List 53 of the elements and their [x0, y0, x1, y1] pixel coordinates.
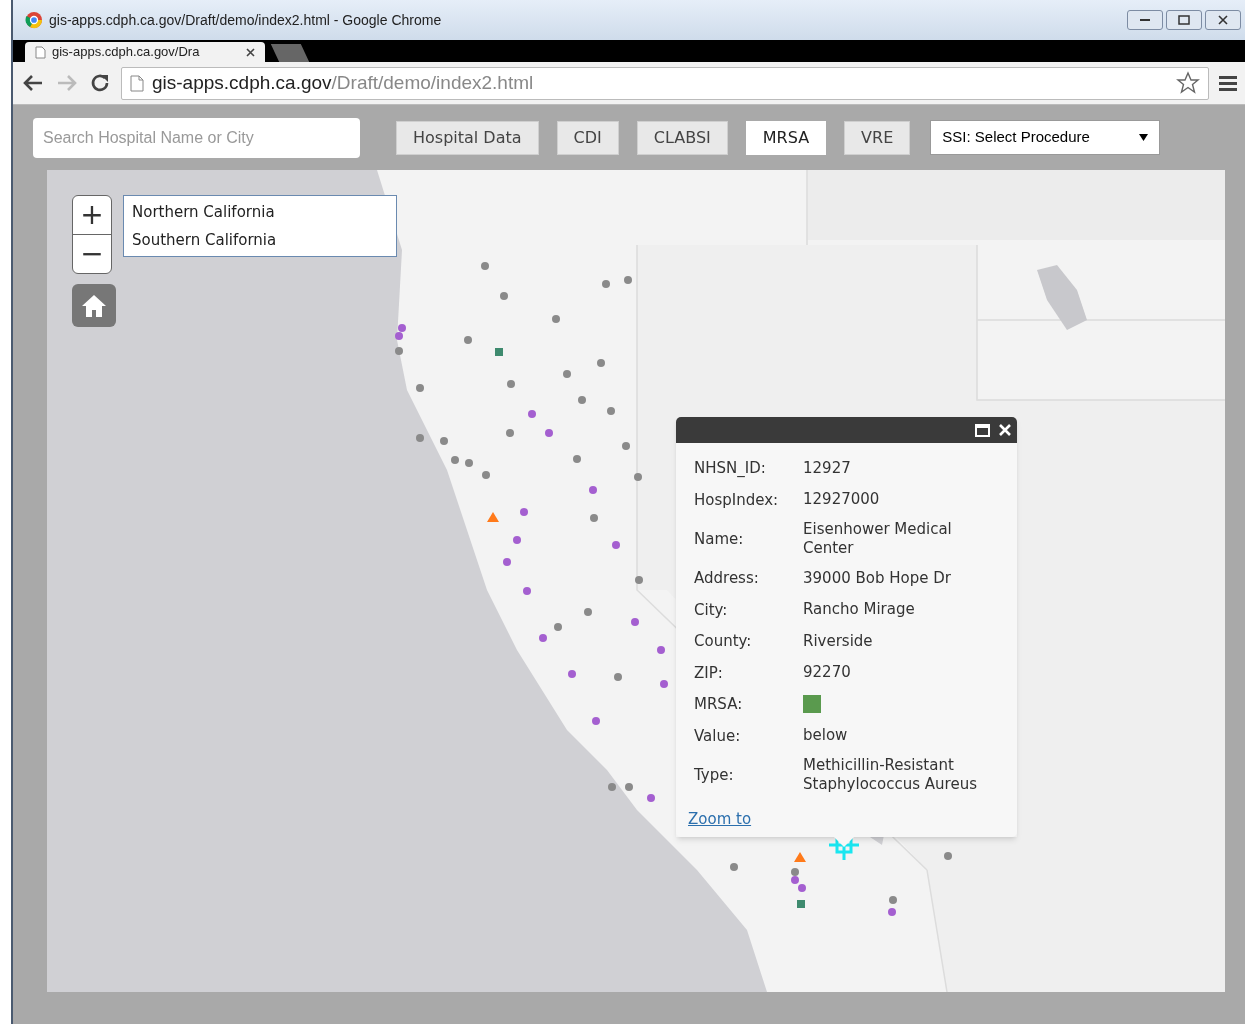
- field-label: County:: [694, 631, 753, 652]
- page-icon: [35, 45, 46, 59]
- field-value: 92270: [803, 663, 852, 683]
- layer-button[interactable]: CDI: [556, 120, 619, 155]
- layer-button[interactable]: CLABSI: [636, 120, 728, 155]
- restore-button[interactable]: [1166, 10, 1202, 30]
- browser-tab[interactable]: gis-apps.cdph.ca.gov/Dra: [25, 42, 265, 62]
- tab-close-icon[interactable]: [246, 47, 255, 57]
- layer-button[interactable]: VRE: [844, 120, 911, 155]
- back-icon[interactable]: [21, 73, 45, 93]
- minimize-icon: [1140, 18, 1150, 22]
- layer-button[interactable]: Hospital Data: [396, 120, 539, 155]
- page-icon: [130, 74, 144, 92]
- field-value: Methicillin-Resistant Staphylococcus Aureus: [803, 756, 978, 794]
- close-icon: [1218, 15, 1228, 25]
- region-link[interactable]: Southern California: [132, 226, 277, 254]
- zoom-in-button[interactable]: +: [73, 196, 111, 235]
- field-value: Eisenhower Medical Center: [803, 520, 953, 558]
- field-label: Name:: [694, 528, 745, 550]
- dropdown-arrow-icon: [1139, 134, 1149, 141]
- zoom-to-link[interactable]: Zoom to: [688, 808, 752, 831]
- maximize-icon[interactable]: [975, 423, 990, 437]
- home-button[interactable]: [72, 284, 116, 327]
- field-value: below: [803, 726, 849, 746]
- address-bar[interactable]: gis-apps.cdph.ca.gov/Draft/demo/index2.html: [121, 66, 1209, 100]
- field-value: 39000 Bob Hope Dr: [803, 568, 952, 588]
- window-title: gis-apps.cdph.ca.gov/Draft/demo/index2.html - Google Chrome: [49, 10, 442, 30]
- field-value: Rancho Mirage: [803, 600, 916, 620]
- field-label: Value:: [694, 725, 742, 747]
- field-label: Address:: [694, 568, 760, 589]
- zoom-out-button[interactable]: −: [73, 235, 111, 273]
- procedure-dropdown[interactable]: SSI: Select Procedure: [930, 120, 1161, 155]
- field-label: HospIndex:: [694, 489, 780, 511]
- reload-icon[interactable]: [89, 72, 111, 94]
- menu-icon[interactable]: [1219, 75, 1237, 91]
- layer-button[interactable]: MRSA: [745, 120, 827, 155]
- star-icon[interactable]: [1176, 71, 1200, 95]
- field-label: Type:: [694, 764, 735, 786]
- field-value: 12927: [803, 458, 852, 478]
- region-link[interactable]: Northern California: [132, 198, 275, 226]
- field-label: NHSN_ID:: [694, 458, 767, 479]
- close-icon[interactable]: [998, 423, 1012, 437]
- close-button[interactable]: [1205, 10, 1241, 30]
- minimize-button[interactable]: [1127, 10, 1163, 30]
- search-field[interactable]: Search Hospital Name or City: [33, 117, 360, 158]
- field-label: MRSA:: [694, 694, 744, 715]
- field-value: Riverside: [803, 631, 874, 651]
- restore-icon: [1178, 15, 1190, 25]
- field-label: ZIP:: [694, 662, 724, 684]
- home-icon: [81, 293, 107, 318]
- field-value: 12927000: [803, 490, 881, 510]
- field-label: City:: [694, 599, 729, 621]
- browser-logo-icon: [25, 11, 43, 29]
